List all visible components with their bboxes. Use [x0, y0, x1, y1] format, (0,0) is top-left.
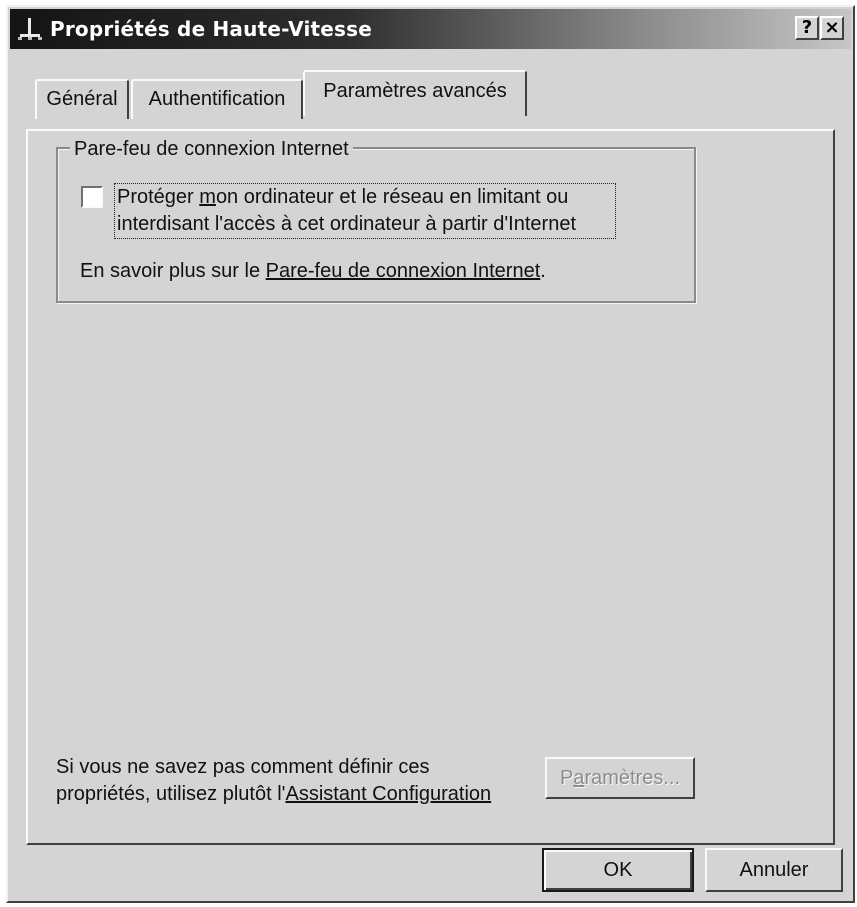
tab-general-label: Général	[46, 88, 118, 110]
checkbox-label-part: Protéger	[117, 186, 200, 208]
ok-button[interactable]: OK	[542, 848, 694, 892]
firewall-help-link[interactable]: Pare-feu de connexion Internet	[266, 260, 541, 282]
help-line1: Si vous ne savez pas comment définir ces	[56, 756, 430, 778]
learn-more-prefix: En savoir plus sur le	[80, 260, 266, 282]
firewall-checkbox[interactable]	[81, 186, 103, 208]
checkbox-label-mnemonic: m	[199, 186, 216, 208]
help-text: Si vous ne savez pas comment définir ces…	[56, 754, 491, 808]
cancel-button[interactable]: Annuler	[705, 848, 843, 892]
configuration-wizard-link[interactable]: Assistant Configuration	[285, 783, 491, 805]
window-title: Propriétés de Haute-Vitesse	[50, 17, 373, 41]
close-button[interactable]: ×	[820, 16, 844, 40]
settings-button[interactable]: Paramètres...	[545, 757, 695, 799]
firewall-checkbox-label[interactable]: Protéger mon ordinateur et le réseau en …	[114, 183, 616, 239]
tab-general[interactable]: Général	[35, 79, 129, 119]
settings-label-part: P	[559, 767, 574, 789]
help-button[interactable]: ?	[795, 16, 819, 40]
learn-more-suffix: .	[540, 260, 546, 282]
firewall-group-title: Pare-feu de connexion Internet	[70, 138, 353, 161]
tab-advanced-settings[interactable]: Paramètres avancés	[303, 70, 527, 116]
settings-label-mnemonic: a	[573, 767, 585, 789]
checkbox-label-line2: interdisant l'accès à cet ordinateur à p…	[117, 213, 576, 235]
tab-authentication[interactable]: Authentification	[131, 79, 303, 119]
tab-authentication-label: Authentification	[148, 88, 286, 110]
network-connection-icon	[18, 18, 42, 40]
tab-advanced-settings-label: Paramètres avancés	[323, 80, 507, 102]
checkbox-label-part: on ordinateur et le réseau en limitant o…	[215, 186, 569, 208]
title-bar[interactable]: Propriétés de Haute-Vitesse ? ×	[10, 9, 851, 49]
help-line2-prefix: propriétés, utilisez plutôt l'	[56, 783, 286, 805]
settings-label-part: ramètres...	[584, 767, 681, 789]
learn-more-text: En savoir plus sur le Pare-feu de connex…	[80, 260, 546, 283]
